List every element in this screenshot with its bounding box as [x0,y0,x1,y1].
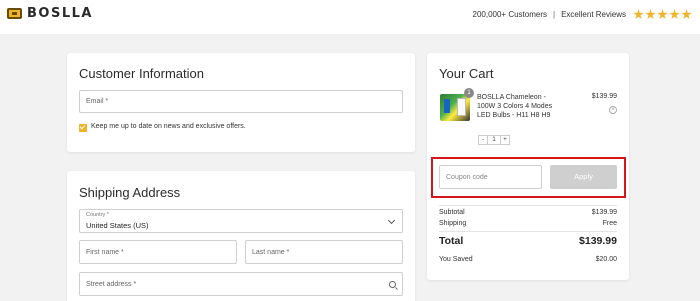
first-name-field[interactable]: First name * [79,240,237,264]
shipping-value: Free [602,220,617,227]
star-icon [633,9,644,20]
last-name-field[interactable]: Last name * [245,240,403,264]
star-icon [669,9,680,20]
trust-separator: | [553,10,556,19]
subtotal-label: Subtotal [439,209,465,216]
trust-bar: 200,000+ Customers | Excellent Reviews [473,9,693,20]
rating-stars [632,9,692,20]
product-image [440,94,470,121]
newsletter-label: Keep me up to date on news and exclusive… [91,123,246,130]
increment-button[interactable]: + [500,135,510,145]
search-icon [389,281,396,288]
street-address-field[interactable]: Street address * [79,272,403,296]
cart-card: Your Cart 1 BOSLLA Chameleon - 100W 3 Co… [427,53,629,280]
quantity-stepper: - 1 + [478,135,510,145]
coupon-placeholder: Coupon code [446,174,488,181]
saved-value: $20.00 [595,256,617,263]
saved-row: You Saved $20.00 [439,256,617,263]
subtotal-value: $139.99 [591,209,617,216]
chevron-down-icon [387,216,396,225]
customers-count: 200,000+ Customers [472,10,548,19]
country-label: Country * [86,212,109,218]
star-icon [657,9,668,20]
saved-label: You Saved [439,256,473,263]
star-icon [681,9,692,20]
apply-coupon-button[interactable]: Apply [550,165,617,189]
quantity-badge: 1 [464,88,474,98]
country-value: United States (US) [86,221,149,230]
newsletter-checkbox[interactable] [79,124,87,132]
product-name[interactable]: BOSLLA Chameleon - 100W 3 Colors 4 Modes… [477,93,553,120]
star-icon [645,9,656,20]
street-address-placeholder: Street address * [86,281,137,288]
subtotal-row: Subtotal $139.99 [439,209,617,216]
shipping-address-card: Shipping Address Country * United States… [67,171,415,301]
summary-divider [439,205,617,206]
first-name-placeholder: First name * [86,249,124,256]
shipping-row: Shipping Free [439,220,617,227]
total-value: $139.99 [579,235,617,247]
remove-item-icon[interactable]: × [609,106,617,114]
shipping-address-title: Shipping Address [79,185,181,200]
country-select[interactable]: Country * United States (US) [79,209,403,233]
email-placeholder: Email * [86,98,109,105]
total-divider [439,231,617,232]
customer-info-card: Customer Information Email * Keep me up … [67,53,415,152]
shipping-label: Shipping [439,220,467,227]
email-field[interactable]: Email * [79,90,403,113]
cart-title: Your Cart [439,66,494,81]
product-price: $139.99 [591,93,617,100]
customer-info-title: Customer Information [79,66,204,81]
reviews-label: Excellent Reviews [561,10,626,19]
last-name-placeholder: Last name * [252,249,290,256]
total-row: Total $139.99 [439,235,617,247]
total-label: Total [439,235,464,247]
brand-logo[interactable]: BOSLLA [7,6,93,21]
coupon-code-input[interactable]: Coupon code [439,165,542,189]
logo-icon [7,8,22,19]
quantity-value[interactable]: 1 [488,135,500,145]
site-header: BOSLLA 200,000+ Customers | Excellent Re… [0,0,700,34]
decrement-button[interactable]: - [478,135,488,145]
brand-name: BOSLLA [27,6,93,21]
